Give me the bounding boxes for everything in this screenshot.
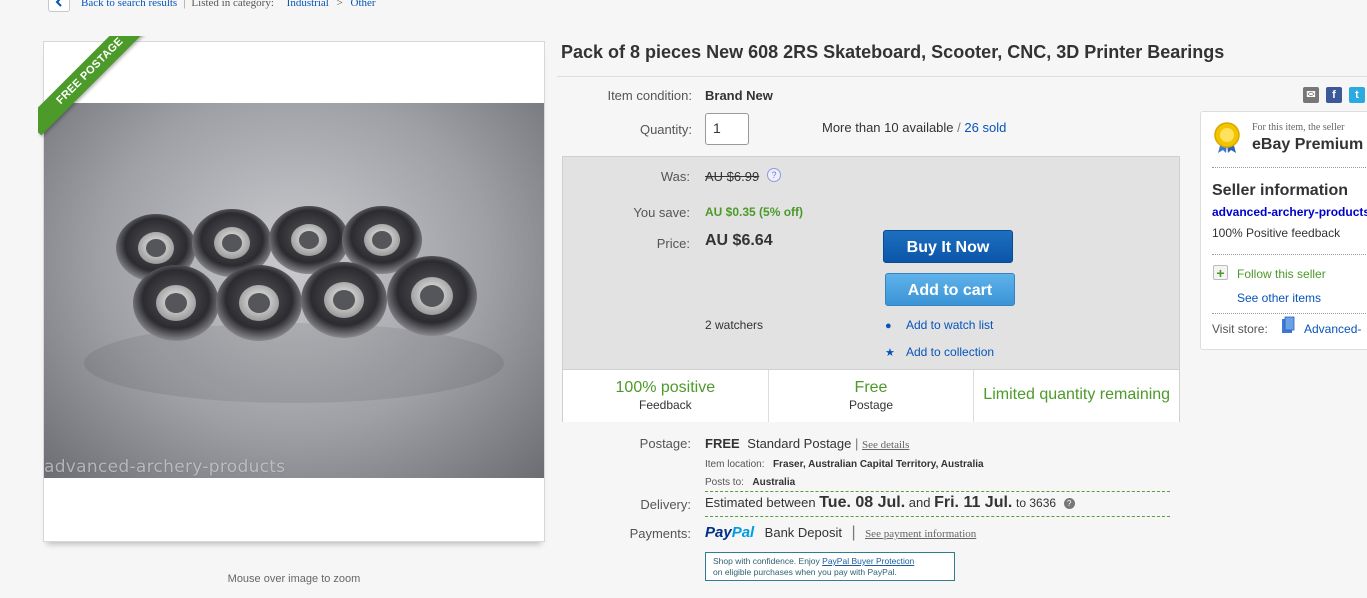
- seller-info-heading: Seller information: [1212, 182, 1349, 199]
- seller-divider-1: [1212, 167, 1367, 168]
- delivery-divider-top: [705, 491, 1170, 492]
- delivery-divider-bottom: [705, 516, 1170, 517]
- title-divider: [557, 76, 1367, 77]
- delivery-postcode: to 3636: [1016, 496, 1057, 510]
- postage-label: Postage:: [639, 436, 691, 451]
- posts-to-value: Australia: [752, 477, 796, 488]
- breadcrumb: Back to search results | Listed in categor…: [81, 0, 376, 9]
- location-value: Fraser, Australian Capital Territory, Au…: [772, 459, 984, 470]
- collection-label: Add to collection: [906, 345, 995, 359]
- delivery-prefix: Estimated between: [705, 495, 816, 510]
- premium-title: eBay Premium: [1252, 136, 1364, 153]
- payments-pipe: |: [851, 524, 856, 541]
- feedback-stat-value: 100% positive: [615, 379, 716, 396]
- quantity-input[interactable]: 1: [705, 113, 749, 145]
- see-details-link[interactable]: See details: [862, 439, 909, 451]
- condition-value: Brand New: [705, 88, 773, 103]
- postage-value: FREE Standard Postage | See details: [705, 436, 909, 451]
- twitter-share-icon[interactable]: t: [1349, 87, 1365, 103]
- price-value: AU $6.64: [705, 232, 773, 249]
- availability-separator: /: [957, 120, 961, 135]
- email-share-icon[interactable]: ✉: [1303, 87, 1319, 103]
- was-price: AU $6.99: [705, 169, 760, 184]
- buyer-protection-link[interactable]: PayPal Buyer Protection: [822, 556, 914, 566]
- postage-free: FREE: [705, 436, 740, 451]
- postage-type: Standard Postage: [747, 436, 852, 451]
- premium-note: For this item, the seller: [1252, 122, 1345, 133]
- eye-icon: ●: [885, 320, 892, 332]
- payment-methods: PayPal Bank Deposit | See payment inform…: [705, 524, 976, 542]
- listed-in-label: Listed in category:: [191, 0, 274, 9]
- visit-store-label: Visit store:: [1212, 322, 1268, 336]
- image-watermark: advanced-archery-products: [44, 457, 286, 477]
- seller-divider-2: [1212, 254, 1367, 255]
- postage-stat-label: Postage: [848, 398, 894, 412]
- subcategory-link[interactable]: Other: [351, 0, 376, 9]
- see-payment-info-link[interactable]: See payment information: [865, 528, 976, 540]
- add-to-watch-list[interactable]: ● Add to watch list: [885, 318, 993, 332]
- quantity-stat-value: Limited quantity remaining: [983, 386, 1171, 403]
- watchers-count: 2 watchers: [705, 318, 764, 332]
- was-label: Was:: [660, 169, 690, 184]
- quantity-label: Quantity:: [639, 122, 692, 137]
- delivery-estimate: Estimated between Tue. 08 Jul. and Fri. …: [705, 494, 1075, 512]
- postage-pipe: |: [855, 436, 859, 451]
- paypal-logo: PayPal: [705, 524, 755, 541]
- delivery-end: Fri. 11 Jul.: [934, 494, 1013, 511]
- seller-name-link[interactable]: advanced-archery-products: [1212, 205, 1367, 219]
- posts-to-label: Posts to:: [705, 477, 744, 488]
- seller-feedback: 100% Positive feedback: [1212, 226, 1341, 240]
- bank-deposit: Bank Deposit: [764, 525, 842, 540]
- seller-divider-3: [1212, 313, 1367, 314]
- help-icon[interactable]: ?: [767, 168, 781, 182]
- feedback-stat-label: Feedback: [638, 398, 692, 412]
- delivery-start: Tue. 08 Jul.: [819, 494, 906, 511]
- bearings-image: [84, 206, 504, 403]
- star-icon: ★: [885, 347, 895, 359]
- price-label: Price:: [656, 236, 690, 251]
- store-icon: [1281, 316, 1295, 334]
- condition-label: Item condition:: [607, 88, 692, 103]
- paypal-protection-note: Shop with confidence. Enjoy PayPal Buyer…: [705, 552, 955, 581]
- delivery-help-icon[interactable]: ?: [1063, 498, 1075, 509]
- availability: More than 10 available / 26 sold: [822, 120, 1006, 135]
- delivery-label: Delivery:: [640, 497, 691, 512]
- ribbon-label: FREE POSTAGE: [38, 36, 148, 136]
- watch-list-label: Add to watch list: [906, 318, 994, 332]
- add-to-collection[interactable]: ★ Add to collection: [885, 345, 994, 359]
- add-to-cart-button[interactable]: Add to cart: [885, 273, 1015, 306]
- delivery-and: and: [908, 495, 931, 510]
- see-other-items-link[interactable]: See other items: [1237, 291, 1321, 305]
- sold-count-link[interactable]: 26 sold: [964, 120, 1006, 135]
- zoom-hint: Mouse over image to zoom: [227, 573, 361, 585]
- postage-stat: Free Postage: [769, 370, 975, 422]
- buy-it-now-button[interactable]: Buy It Now: [883, 230, 1013, 263]
- back-to-search-button[interactable]: [48, 0, 70, 12]
- category-link[interactable]: Industrial: [287, 0, 329, 9]
- product-photo[interactable]: [44, 103, 544, 478]
- stats-strip: 100% positive Feedback Free Postage Limi…: [563, 369, 1179, 422]
- breadcrumb-separator: >: [336, 0, 343, 9]
- location-label: Item location:: [705, 459, 765, 470]
- savings-value: AU $0.35 (5% off): [705, 205, 804, 219]
- premium-badge-icon: [1212, 122, 1242, 153]
- quantity-stat: Limited quantity remaining: [974, 370, 1179, 422]
- item-location: Item location: Fraser, Australian Capita…: [705, 454, 984, 472]
- page-title: Pack of 8 pieces New 608 2RS Skateboard,…: [561, 42, 1225, 62]
- follow-plus-icon[interactable]: +: [1213, 265, 1228, 280]
- store-link[interactable]: Advanced-: [1304, 322, 1361, 336]
- posts-to: Posts to: Australia: [705, 472, 795, 490]
- you-save-label: You save:: [633, 205, 690, 220]
- follow-seller-link[interactable]: Follow this seller: [1237, 267, 1326, 281]
- availability-text: More than 10 available: [822, 120, 954, 135]
- chevron-left-icon: [55, 0, 62, 7]
- feedback-stat: 100% positive Feedback: [563, 370, 769, 422]
- postage-stat-value: Free: [854, 379, 888, 396]
- free-postage-ribbon: FREE POSTAGE: [38, 36, 148, 146]
- payments-label: Payments:: [629, 526, 691, 541]
- facebook-share-icon[interactable]: f: [1326, 87, 1342, 103]
- back-to-search-link[interactable]: Back to search results: [81, 0, 177, 9]
